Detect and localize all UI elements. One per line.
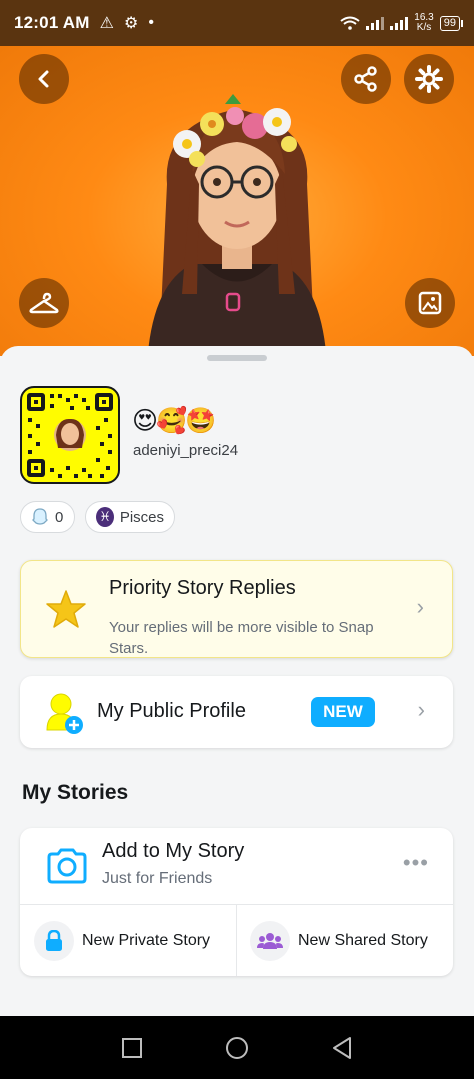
- share-button[interactable]: [341, 54, 391, 104]
- dot-icon: •: [148, 14, 154, 31]
- battery-indicator: 99: [439, 15, 464, 31]
- chevron-left-icon: [38, 70, 49, 88]
- settings-button[interactable]: [404, 54, 454, 104]
- system-nav-bar: [0, 1016, 474, 1079]
- signal-icon: [366, 17, 385, 30]
- profile-sheet: 😍🥰🤩 adeniyi_preci24 0 ♓ Pisces Priority …: [0, 346, 474, 1016]
- profile-hero: [0, 46, 474, 356]
- my-public-profile-card[interactable]: My Public Profile NEW ›: [20, 676, 453, 748]
- pisces-icon: ♓: [96, 507, 114, 527]
- wardrobe-button[interactable]: [19, 278, 69, 328]
- image-icon: [418, 291, 442, 315]
- ghost-icon: [32, 508, 48, 525]
- background-button[interactable]: [405, 278, 455, 328]
- username: adeniyi_preci24: [133, 442, 239, 459]
- hanger-icon: [29, 292, 59, 314]
- status-time: 12:01 AM: [14, 13, 90, 32]
- signal-icon-2: [390, 17, 409, 30]
- my-story-card: Add to My Story Just for Friends ••• New…: [20, 828, 453, 976]
- add-story-title: Add to My Story: [102, 840, 245, 862]
- zodiac-pill[interactable]: ♓ Pisces: [85, 501, 175, 533]
- chevron-right-icon: ›: [416, 594, 424, 619]
- gear-icon: ⚙: [123, 15, 139, 32]
- zodiac-label: Pisces: [119, 508, 164, 526]
- status-bar: 12:01 AM ⚠ ⚙ • 16.3 K/s 99: [0, 0, 474, 46]
- divider: [236, 905, 237, 976]
- back-nav-icon[interactable]: [331, 1036, 353, 1060]
- chevron-right-icon: ›: [417, 697, 425, 722]
- priority-subtitle: Your replies will be more visible to Sna…: [109, 619, 374, 657]
- gear-icon: [415, 65, 443, 93]
- sheet-grabber[interactable]: [207, 355, 267, 361]
- network-speed: 16.3 K/s: [414, 12, 434, 33]
- star-icon: [46, 590, 86, 628]
- back-button[interactable]: [19, 54, 69, 104]
- new-private-story-button[interactable]: New Private Story: [34, 905, 210, 976]
- new-private-story-label: New Private Story: [82, 931, 211, 949]
- my-stories-heading: My Stories: [22, 781, 129, 804]
- group-icon: [257, 932, 283, 949]
- camera-icon: [47, 848, 87, 884]
- share-icon: [354, 66, 377, 92]
- add-to-my-story-row[interactable]: Add to My Story Just for Friends •••: [20, 828, 453, 904]
- home-icon[interactable]: [224, 1035, 250, 1061]
- friends-pill[interactable]: 0: [20, 501, 75, 533]
- priority-story-replies-card[interactable]: Priority Story Replies Your replies will…: [20, 560, 453, 658]
- public-profile-icon: [46, 693, 83, 734]
- public-profile-title: My Public Profile: [97, 700, 246, 722]
- new-shared-story-label: New Shared Story: [298, 931, 428, 949]
- recents-icon[interactable]: [121, 1037, 143, 1059]
- priority-title: Priority Story Replies: [109, 577, 296, 599]
- new-shared-story-button[interactable]: New Shared Story: [250, 905, 428, 976]
- snapcode[interactable]: [20, 386, 120, 484]
- snapcode-pattern: [27, 393, 113, 478]
- new-badge: NEW: [311, 697, 375, 727]
- more-options-icon[interactable]: •••: [403, 850, 429, 876]
- warning-icon: ⚠: [99, 15, 114, 32]
- lock-icon: [46, 929, 62, 951]
- friends-count: 0: [55, 508, 64, 526]
- add-story-subtitle: Just for Friends: [102, 870, 213, 887]
- wifi-icon: [340, 16, 360, 30]
- bitmoji-avatar: [147, 94, 327, 356]
- friend-emojis: 😍🥰🤩: [132, 407, 216, 435]
